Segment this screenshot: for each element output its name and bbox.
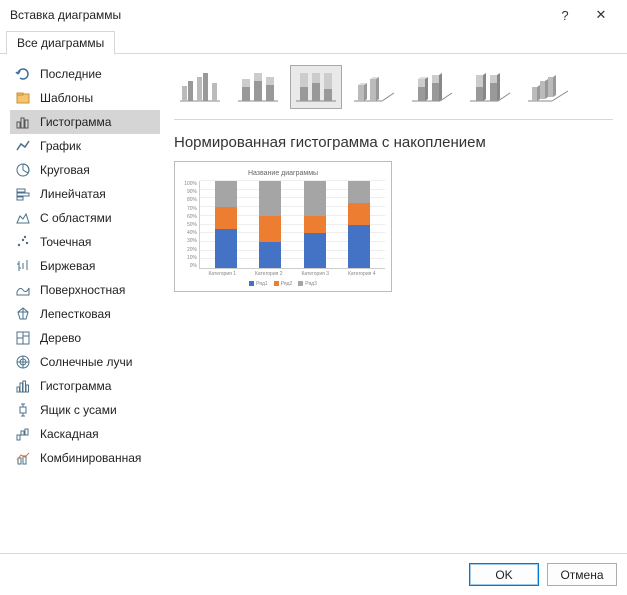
- sidebar-item-label: Каскадная: [40, 427, 99, 441]
- sidebar-item-boxwhisker[interactable]: Ящик с усами: [10, 398, 160, 422]
- subtype-3d-clustered-column[interactable]: [348, 65, 400, 109]
- subtype-3d-stacked-column[interactable]: [406, 65, 458, 109]
- surface-chart-icon: [14, 281, 32, 299]
- sidebar-item-sunburst[interactable]: Солнечные лучи: [10, 350, 160, 374]
- sidebar-item-column[interactable]: Гистограмма: [10, 110, 160, 134]
- sidebar-item-scatter[interactable]: Точечная: [10, 230, 160, 254]
- sidebar-item-area[interactable]: С областями: [10, 206, 160, 230]
- sidebar-item-label: Последние: [40, 67, 102, 81]
- sidebar-item-label: Гистограмма: [40, 379, 111, 393]
- pie-chart-icon: [14, 161, 32, 179]
- bar-chart-icon: [14, 185, 32, 203]
- stock-chart-icon: [14, 257, 32, 275]
- help-button[interactable]: ?: [547, 0, 583, 30]
- sidebar-item-label: Солнечные лучи: [40, 355, 132, 369]
- subtype-3d-100-stacked-column[interactable]: [464, 65, 516, 109]
- sidebar-item-label: Комбинированная: [40, 451, 141, 465]
- tab-all-charts[interactable]: Все диаграммы: [6, 31, 115, 55]
- radar-chart-icon: [14, 305, 32, 323]
- preview-y-axis: 100%90%80%70%60%50%40%30%20%10%0%: [181, 181, 199, 269]
- chart-preview[interactable]: Название диаграммы 100%90%80%70%60%50%40…: [174, 161, 392, 292]
- histogram-icon: [14, 377, 32, 395]
- sidebar-item-line[interactable]: График: [10, 134, 160, 158]
- tab-strip: Все диаграммы: [0, 30, 627, 54]
- sidebar-item-label: Поверхностная: [40, 283, 125, 297]
- subtype-100-stacked-column[interactable]: [290, 65, 342, 109]
- subtype-3d-column[interactable]: [522, 65, 574, 109]
- content-area: Нормированная гистограмма с накоплением …: [160, 54, 627, 553]
- window-title: Вставка диаграммы: [10, 8, 547, 22]
- subtype-clustered-column[interactable]: [174, 65, 226, 109]
- close-button[interactable]: ✕: [583, 0, 619, 30]
- sidebar-item-pie[interactable]: Круговая: [10, 158, 160, 182]
- sidebar-item-label: Шаблоны: [40, 91, 93, 105]
- chart-subtype-row: [174, 62, 613, 120]
- sidebar-item-label: Гистограмма: [40, 115, 111, 129]
- sidebar-item-label: График: [40, 139, 81, 153]
- sunburst-icon: [14, 353, 32, 371]
- sidebar-item-label: Дерево: [40, 331, 81, 345]
- preview-plot: 100%90%80%70%60%50%40%30%20%10%0%: [181, 181, 385, 269]
- chart-subtype-title: Нормированная гистограмма с накоплением: [174, 134, 613, 151]
- preview-x-axis: Категория 1Категория 2Категория 3Категор…: [181, 271, 385, 277]
- line-chart-icon: [14, 137, 32, 155]
- boxwhisker-icon: [14, 401, 32, 419]
- sidebar-item-label: Линейчатая: [40, 187, 106, 201]
- sidebar-item-treemap[interactable]: Дерево: [10, 326, 160, 350]
- cancel-button[interactable]: Отмена: [547, 563, 617, 586]
- waterfall-icon: [14, 425, 32, 443]
- treemap-icon: [14, 329, 32, 347]
- templates-icon: [14, 89, 32, 107]
- subtype-stacked-column[interactable]: [232, 65, 284, 109]
- sidebar-item-stock[interactable]: Биржевая: [10, 254, 160, 278]
- sidebar-item-bar[interactable]: Линейчатая: [10, 182, 160, 206]
- column-chart-icon: [14, 113, 32, 131]
- area-chart-icon: [14, 209, 32, 227]
- preview-bars: [199, 181, 385, 269]
- sidebar-item-waterfall[interactable]: Каскадная: [10, 422, 160, 446]
- sidebar-item-label: С областями: [40, 211, 112, 225]
- sidebar-item-radar[interactable]: Лепестковая: [10, 302, 160, 326]
- sidebar-item-combo[interactable]: Комбинированная: [10, 446, 160, 470]
- ok-button[interactable]: OK: [469, 563, 539, 586]
- sidebar-item-histogram[interactable]: Гистограмма: [10, 374, 160, 398]
- sidebar-item-label: Точечная: [40, 235, 91, 249]
- sidebar-item-recent[interactable]: Последние: [10, 62, 160, 86]
- recent-icon: [14, 65, 32, 83]
- sidebar-item-surface[interactable]: Поверхностная: [10, 278, 160, 302]
- chart-type-sidebar: Последние Шаблоны Гистограмма График Кру: [0, 54, 160, 553]
- preview-chart-title: Название диаграммы: [181, 170, 385, 177]
- dialog-footer: OK Отмена: [0, 553, 627, 595]
- preview-legend: Ряд1Ряд2Ряд3: [181, 281, 385, 287]
- scatter-chart-icon: [14, 233, 32, 251]
- sidebar-item-label: Круговая: [40, 163, 90, 177]
- sidebar-item-templates[interactable]: Шаблоны: [10, 86, 160, 110]
- sidebar-item-label: Биржевая: [40, 259, 95, 273]
- sidebar-item-label: Ящик с усами: [40, 403, 117, 417]
- title-bar: Вставка диаграммы ? ✕: [0, 0, 627, 30]
- combo-chart-icon: [14, 449, 32, 467]
- sidebar-item-label: Лепестковая: [40, 307, 111, 321]
